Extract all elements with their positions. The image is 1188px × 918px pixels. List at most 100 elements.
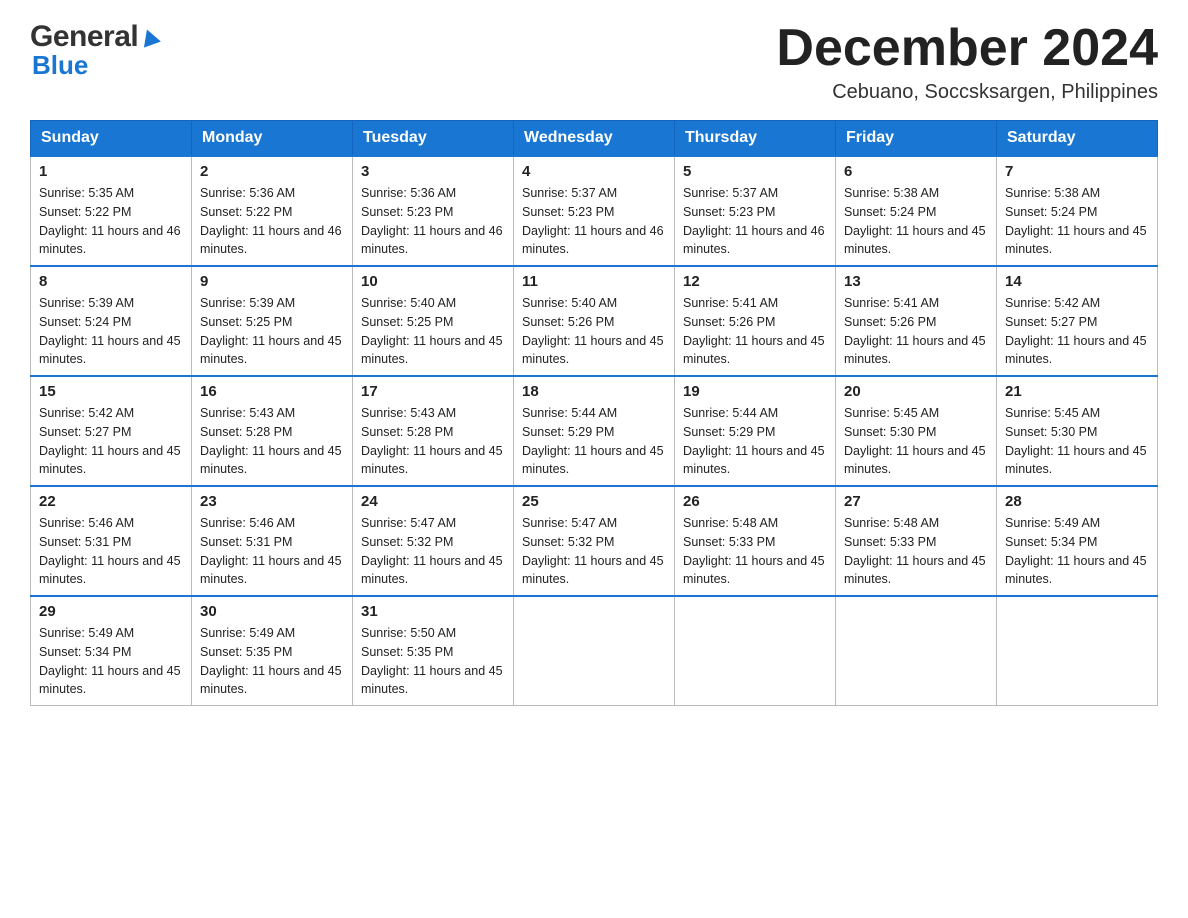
- logo-blue-text: Blue: [32, 50, 88, 81]
- calendar-cell: 20 Sunrise: 5:45 AM Sunset: 5:30 PM Dayl…: [836, 376, 997, 486]
- calendar-cell: 31 Sunrise: 5:50 AM Sunset: 5:35 PM Dayl…: [353, 596, 514, 706]
- week-row-4: 22 Sunrise: 5:46 AM Sunset: 5:31 PM Dayl…: [31, 486, 1158, 596]
- day-info: Sunrise: 5:49 AM Sunset: 5:34 PM Dayligh…: [39, 624, 183, 699]
- calendar-cell: 15 Sunrise: 5:42 AM Sunset: 5:27 PM Dayl…: [31, 376, 192, 486]
- calendar-cell: 22 Sunrise: 5:46 AM Sunset: 5:31 PM Dayl…: [31, 486, 192, 596]
- day-info: Sunrise: 5:38 AM Sunset: 5:24 PM Dayligh…: [1005, 184, 1149, 259]
- day-number: 11: [522, 273, 666, 290]
- day-info: Sunrise: 5:48 AM Sunset: 5:33 PM Dayligh…: [683, 514, 827, 589]
- day-info: Sunrise: 5:36 AM Sunset: 5:22 PM Dayligh…: [200, 184, 344, 259]
- day-number: 19: [683, 383, 827, 400]
- day-number: 8: [39, 273, 183, 290]
- day-number: 31: [361, 603, 505, 620]
- calendar-cell: 30 Sunrise: 5:49 AM Sunset: 5:35 PM Dayl…: [192, 596, 353, 706]
- calendar-cell: 6 Sunrise: 5:38 AM Sunset: 5:24 PM Dayli…: [836, 156, 997, 266]
- day-number: 25: [522, 493, 666, 510]
- day-info: Sunrise: 5:43 AM Sunset: 5:28 PM Dayligh…: [200, 404, 344, 479]
- day-info: Sunrise: 5:39 AM Sunset: 5:25 PM Dayligh…: [200, 294, 344, 369]
- day-header-saturday: Saturday: [997, 121, 1158, 157]
- calendar-cell: 11 Sunrise: 5:40 AM Sunset: 5:26 PM Dayl…: [514, 266, 675, 376]
- day-info: Sunrise: 5:38 AM Sunset: 5:24 PM Dayligh…: [844, 184, 988, 259]
- day-number: 7: [1005, 163, 1149, 180]
- month-title: December 2024: [776, 20, 1158, 77]
- day-number: 21: [1005, 383, 1149, 400]
- week-row-2: 8 Sunrise: 5:39 AM Sunset: 5:24 PM Dayli…: [31, 266, 1158, 376]
- day-info: Sunrise: 5:37 AM Sunset: 5:23 PM Dayligh…: [683, 184, 827, 259]
- logo: General Blue: [30, 20, 161, 81]
- day-number: 5: [683, 163, 827, 180]
- day-header-friday: Friday: [836, 121, 997, 157]
- day-number: 2: [200, 163, 344, 180]
- calendar-cell: 10 Sunrise: 5:40 AM Sunset: 5:25 PM Dayl…: [353, 266, 514, 376]
- calendar-cell: 16 Sunrise: 5:43 AM Sunset: 5:28 PM Dayl…: [192, 376, 353, 486]
- calendar-cell: 8 Sunrise: 5:39 AM Sunset: 5:24 PM Dayli…: [31, 266, 192, 376]
- day-number: 28: [1005, 493, 1149, 510]
- calendar-cell: 13 Sunrise: 5:41 AM Sunset: 5:26 PM Dayl…: [836, 266, 997, 376]
- calendar-cell: [997, 596, 1158, 706]
- calendar-cell: 12 Sunrise: 5:41 AM Sunset: 5:26 PM Dayl…: [675, 266, 836, 376]
- day-info: Sunrise: 5:46 AM Sunset: 5:31 PM Dayligh…: [39, 514, 183, 589]
- day-info: Sunrise: 5:49 AM Sunset: 5:34 PM Dayligh…: [1005, 514, 1149, 589]
- calendar-cell: [675, 596, 836, 706]
- title-block: December 2024 Cebuano, Soccsksargen, Phi…: [776, 20, 1158, 104]
- calendar-cell: 17 Sunrise: 5:43 AM Sunset: 5:28 PM Dayl…: [353, 376, 514, 486]
- calendar-cell: 5 Sunrise: 5:37 AM Sunset: 5:23 PM Dayli…: [675, 156, 836, 266]
- calendar-cell: 2 Sunrise: 5:36 AM Sunset: 5:22 PM Dayli…: [192, 156, 353, 266]
- day-info: Sunrise: 5:49 AM Sunset: 5:35 PM Dayligh…: [200, 624, 344, 699]
- day-number: 10: [361, 273, 505, 290]
- day-info: Sunrise: 5:37 AM Sunset: 5:23 PM Dayligh…: [522, 184, 666, 259]
- day-info: Sunrise: 5:47 AM Sunset: 5:32 PM Dayligh…: [361, 514, 505, 589]
- day-header-tuesday: Tuesday: [353, 121, 514, 157]
- day-number: 27: [844, 493, 988, 510]
- day-info: Sunrise: 5:43 AM Sunset: 5:28 PM Dayligh…: [361, 404, 505, 479]
- day-info: Sunrise: 5:41 AM Sunset: 5:26 PM Dayligh…: [683, 294, 827, 369]
- day-info: Sunrise: 5:40 AM Sunset: 5:26 PM Dayligh…: [522, 294, 666, 369]
- day-number: 9: [200, 273, 344, 290]
- day-number: 20: [844, 383, 988, 400]
- day-info: Sunrise: 5:47 AM Sunset: 5:32 PM Dayligh…: [522, 514, 666, 589]
- calendar-cell: 1 Sunrise: 5:35 AM Sunset: 5:22 PM Dayli…: [31, 156, 192, 266]
- day-info: Sunrise: 5:45 AM Sunset: 5:30 PM Dayligh…: [844, 404, 988, 479]
- day-number: 6: [844, 163, 988, 180]
- day-number: 3: [361, 163, 505, 180]
- day-info: Sunrise: 5:50 AM Sunset: 5:35 PM Dayligh…: [361, 624, 505, 699]
- page-header: General Blue December 2024 Cebuano, Socc…: [30, 20, 1158, 104]
- day-info: Sunrise: 5:40 AM Sunset: 5:25 PM Dayligh…: [361, 294, 505, 369]
- calendar-cell: 23 Sunrise: 5:46 AM Sunset: 5:31 PM Dayl…: [192, 486, 353, 596]
- subtitle: Cebuano, Soccsksargen, Philippines: [776, 81, 1158, 104]
- day-header-monday: Monday: [192, 121, 353, 157]
- calendar-cell: 3 Sunrise: 5:36 AM Sunset: 5:23 PM Dayli…: [353, 156, 514, 266]
- day-number: 29: [39, 603, 183, 620]
- day-info: Sunrise: 5:48 AM Sunset: 5:33 PM Dayligh…: [844, 514, 988, 589]
- day-number: 14: [1005, 273, 1149, 290]
- calendar-cell: 21 Sunrise: 5:45 AM Sunset: 5:30 PM Dayl…: [997, 376, 1158, 486]
- calendar-cell: 4 Sunrise: 5:37 AM Sunset: 5:23 PM Dayli…: [514, 156, 675, 266]
- day-number: 17: [361, 383, 505, 400]
- day-info: Sunrise: 5:44 AM Sunset: 5:29 PM Dayligh…: [522, 404, 666, 479]
- calendar-cell: [836, 596, 997, 706]
- calendar-cell: [514, 596, 675, 706]
- calendar-cell: 19 Sunrise: 5:44 AM Sunset: 5:29 PM Dayl…: [675, 376, 836, 486]
- logo-arrow-icon: [139, 27, 161, 49]
- day-number: 26: [683, 493, 827, 510]
- day-number: 22: [39, 493, 183, 510]
- day-header-wednesday: Wednesday: [514, 121, 675, 157]
- calendar-cell: 28 Sunrise: 5:49 AM Sunset: 5:34 PM Dayl…: [997, 486, 1158, 596]
- day-header-sunday: Sunday: [31, 121, 192, 157]
- day-info: Sunrise: 5:44 AM Sunset: 5:29 PM Dayligh…: [683, 404, 827, 479]
- calendar-cell: 7 Sunrise: 5:38 AM Sunset: 5:24 PM Dayli…: [997, 156, 1158, 266]
- calendar-cell: 14 Sunrise: 5:42 AM Sunset: 5:27 PM Dayl…: [997, 266, 1158, 376]
- day-number: 16: [200, 383, 344, 400]
- day-number: 4: [522, 163, 666, 180]
- day-number: 24: [361, 493, 505, 510]
- day-info: Sunrise: 5:46 AM Sunset: 5:31 PM Dayligh…: [200, 514, 344, 589]
- calendar-cell: 29 Sunrise: 5:49 AM Sunset: 5:34 PM Dayl…: [31, 596, 192, 706]
- week-row-1: 1 Sunrise: 5:35 AM Sunset: 5:22 PM Dayli…: [31, 156, 1158, 266]
- calendar-cell: 26 Sunrise: 5:48 AM Sunset: 5:33 PM Dayl…: [675, 486, 836, 596]
- day-number: 1: [39, 163, 183, 180]
- week-row-5: 29 Sunrise: 5:49 AM Sunset: 5:34 PM Dayl…: [31, 596, 1158, 706]
- day-number: 12: [683, 273, 827, 290]
- day-info: Sunrise: 5:42 AM Sunset: 5:27 PM Dayligh…: [39, 404, 183, 479]
- calendar-cell: 24 Sunrise: 5:47 AM Sunset: 5:32 PM Dayl…: [353, 486, 514, 596]
- day-number: 23: [200, 493, 344, 510]
